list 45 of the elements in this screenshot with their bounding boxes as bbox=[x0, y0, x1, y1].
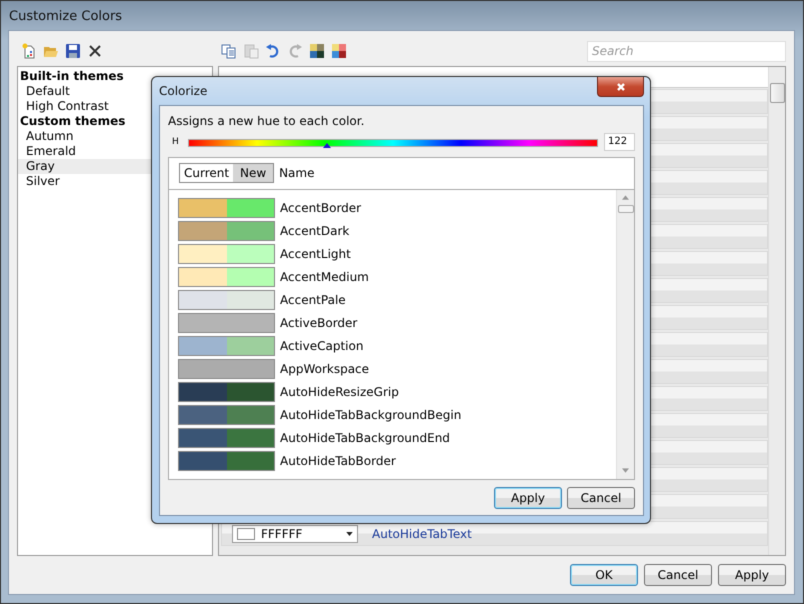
description-text: Assigns a new hue to each color. bbox=[168, 114, 364, 129]
save-icon[interactable] bbox=[65, 43, 81, 59]
color-name: AutoHideTabBackgroundEnd bbox=[280, 431, 450, 446]
new-document-icon[interactable] bbox=[21, 43, 37, 59]
color-name: AutoHideResizeGrip bbox=[280, 385, 399, 400]
color-name: AppWorkspace bbox=[280, 362, 370, 376]
scroll-down-icon[interactable] bbox=[622, 468, 629, 473]
close-button[interactable] bbox=[597, 77, 644, 97]
dialog-button[interactable]: Apply bbox=[494, 487, 562, 509]
scrollbar[interactable] bbox=[616, 190, 634, 479]
color-name: AutoHideTabText bbox=[372, 526, 472, 540]
dialog-button[interactable]: Apply bbox=[718, 564, 786, 586]
hue-label: H bbox=[171, 136, 180, 147]
dialog-button[interactable]: Cancel bbox=[644, 564, 712, 586]
scroll-thumb[interactable] bbox=[770, 83, 785, 103]
copy-icon[interactable] bbox=[221, 43, 237, 59]
color-name: AccentDark bbox=[280, 224, 350, 238]
color-name: AccentPale bbox=[280, 293, 346, 308]
color-grid-icon[interactable] bbox=[309, 43, 325, 59]
color-value-dropdown[interactable]: FFFFFF bbox=[232, 524, 358, 542]
delete-icon[interactable] bbox=[87, 43, 103, 59]
window-title: Customize Colors bbox=[9, 8, 122, 24]
search-field[interactable]: Search bbox=[587, 40, 786, 62]
color-name: AccentBorder bbox=[280, 201, 362, 216]
theme-group-label: Built-in themes bbox=[19, 69, 124, 84]
theme-group-label: Custom themes bbox=[19, 114, 126, 129]
scroll-thumb[interactable] bbox=[618, 204, 634, 213]
color-grid-icon[interactable] bbox=[331, 43, 347, 59]
hue-value-field[interactable]: 122 bbox=[604, 132, 635, 151]
slider-thumb[interactable] bbox=[322, 142, 331, 148]
color-name: AccentMedium bbox=[280, 270, 369, 284]
color-name: AutoHideTabBackgroundBegin bbox=[280, 408, 462, 422]
color-name: ActiveBorder bbox=[280, 316, 358, 330]
column-header[interactable]: New bbox=[233, 164, 274, 182]
close-icon bbox=[616, 82, 626, 92]
color-name: ActiveCaption bbox=[280, 339, 364, 354]
dialog-button[interactable]: OK bbox=[570, 564, 638, 586]
color-name: AccentLight bbox=[280, 247, 351, 262]
column-header[interactable]: Name bbox=[279, 166, 314, 180]
scrollbar[interactable] bbox=[768, 67, 785, 555]
caret-icon[interactable] bbox=[346, 532, 353, 536]
undo-icon[interactable] bbox=[265, 43, 281, 59]
dialog-button[interactable]: Cancel bbox=[567, 487, 635, 509]
color-name: AutoHideTabBorder bbox=[280, 454, 396, 468]
dialog-title: Colorize bbox=[159, 84, 208, 98]
